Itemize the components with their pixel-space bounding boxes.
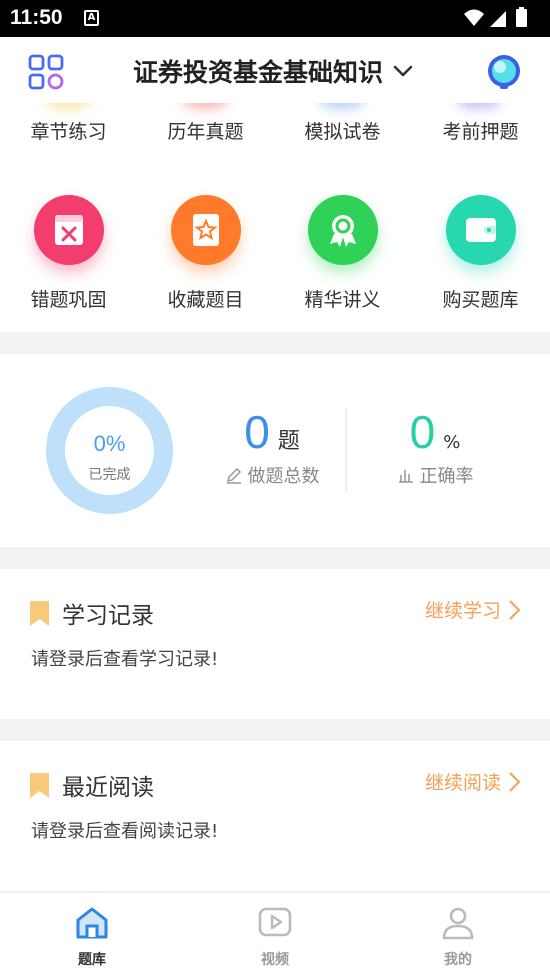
chevron-right-icon	[509, 771, 520, 792]
predict-exam-icon-partial	[456, 103, 502, 109]
mock-exams-icon-partial	[319, 103, 365, 109]
feature-label: 收藏题目	[167, 289, 244, 311]
tab-label: 视频	[261, 952, 289, 968]
system-status-icons	[464, 7, 527, 27]
chevron-right-icon	[509, 599, 520, 620]
home-icon	[76, 907, 108, 939]
total-questions-stat: 0题 做题总数	[212, 406, 332, 488]
feature-label: 错题巩固	[30, 289, 107, 311]
progress-label: 已完成	[88, 467, 131, 483]
feature-label: 考前押题	[442, 121, 519, 143]
status-time: 11:50	[10, 6, 63, 29]
signal-icon	[490, 11, 506, 27]
continue-reading-label: 继续阅读	[424, 772, 501, 794]
feature-buy-question-bank[interactable]: 购买题库	[412, 195, 549, 312]
tab-label: 我的	[444, 952, 472, 968]
total-questions-unit: 题	[277, 429, 300, 454]
feature-label: 精华讲义	[304, 289, 381, 311]
bar-chart-icon	[398, 470, 413, 483]
feature-wrong-questions[interactable]: 错题巩固	[0, 195, 137, 312]
accuracy-stat: 0% 正确率	[380, 406, 490, 488]
bottom-tab-bar: 题库 视频 我的	[0, 892, 550, 979]
study-record-message: 请登录后查看学习记录!	[31, 649, 219, 670]
status-bar: 11:50 A	[0, 0, 550, 37]
continue-reading-link[interactable]: 继续阅读	[425, 768, 520, 795]
tab-label: 题库	[78, 952, 106, 968]
recent-reading-message: 请登录后查看阅读记录!	[31, 821, 219, 842]
video-icon	[258, 907, 292, 937]
continue-study-label: 继续学习	[424, 600, 501, 622]
feature-pre-exam-predict[interactable]: 考前押题	[412, 117, 549, 144]
bookmark-icon	[30, 601, 49, 626]
total-questions-value: 0	[244, 406, 270, 458]
wallet-icon	[445, 195, 516, 265]
continue-study-link[interactable]: 继续学习	[425, 596, 520, 623]
app-header: 证券投资基金基础知识	[0, 37, 550, 103]
study-record-card: 学习记录 继续学习 请登录后查看学习记录!	[0, 569, 550, 719]
progress-percent: 0%	[93, 431, 126, 456]
pencil-icon	[226, 467, 241, 484]
accuracy-value: 0	[409, 406, 436, 458]
stats-panel: 0% 已完成 0题 做题总数 0% 正确率	[0, 354, 550, 547]
chevron-down-icon	[393, 65, 413, 77]
feature-favorites[interactable]: 收藏题目	[137, 195, 274, 312]
feature-label: 购买题库	[442, 289, 519, 311]
customer-service-icon[interactable]	[485, 53, 523, 91]
tab-profile[interactable]: 我的	[398, 905, 518, 969]
past-exams-icon-partial	[182, 103, 228, 109]
user-icon	[442, 907, 474, 940]
recent-reading-title: 最近阅读	[62, 775, 154, 801]
stats-divider	[345, 408, 347, 492]
study-record-title: 学习记录	[62, 603, 154, 629]
feature-label: 模拟试卷	[304, 121, 381, 143]
progress-ring: 0% 已完成	[46, 387, 173, 514]
feature-grid: 章节练习 历年真题 模拟试卷 考前押题 错题巩固 收藏题目 精华讲义 购买题库	[0, 103, 550, 332]
notification-a-icon: A	[84, 10, 99, 26]
page-title: 证券投资基金基础知识	[133, 58, 384, 87]
wrong-questions-icon	[33, 195, 104, 265]
bookmark-icon	[30, 773, 49, 798]
feature-label: 历年真题	[167, 121, 244, 143]
feature-handouts[interactable]: 精华讲义	[274, 195, 411, 312]
tab-video[interactable]: 视频	[215, 905, 335, 969]
award-icon	[307, 195, 378, 265]
chapter-practice-icon-partial	[45, 103, 91, 109]
category-grid-icon[interactable]	[28, 54, 64, 90]
total-questions-label: 做题总数	[247, 466, 320, 487]
wifi-icon	[464, 9, 484, 26]
feature-past-exams[interactable]: 历年真题	[137, 117, 274, 144]
feature-label: 章节练习	[30, 121, 107, 143]
feature-mock-exams[interactable]: 模拟试卷	[274, 117, 411, 144]
favorites-icon	[170, 195, 241, 265]
subject-selector[interactable]: 证券投资基金基础知识	[133, 53, 413, 89]
battery-icon	[516, 9, 527, 27]
accuracy-label: 正确率	[419, 466, 474, 487]
accuracy-unit: %	[443, 432, 461, 453]
tab-question-bank[interactable]: 题库	[32, 905, 152, 969]
recent-reading-card: 最近阅读 继续阅读 请登录后查看阅读记录!	[0, 741, 550, 891]
feature-chapter-practice[interactable]: 章节练习	[0, 117, 137, 144]
